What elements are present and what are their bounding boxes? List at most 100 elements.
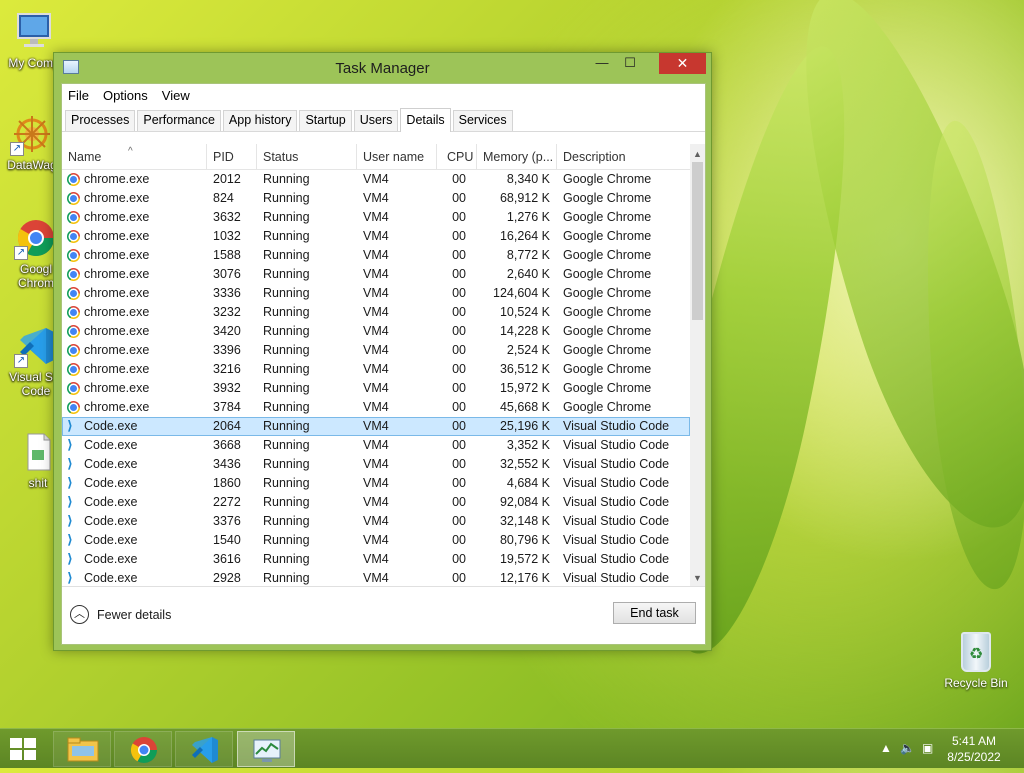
process-name: Code.exe <box>84 457 138 471</box>
taskbar-chrome[interactable] <box>114 731 172 767</box>
table-row[interactable]: chrome.exe 3216 Running VM4 00 36,512 K Google… <box>62 360 690 379</box>
taskbar-vscode[interactable] <box>175 731 233 767</box>
chrome-icon <box>67 268 80 281</box>
process-cpu: 00 <box>452 172 466 186</box>
table-row[interactable]: chrome.exe 2012 Running VM4 00 8,340 K Google … <box>62 170 690 189</box>
process-description: Visual Studio Code <box>563 552 670 566</box>
table-header: Name ^ PID Status User name CPU Memory (… <box>62 144 705 170</box>
scroll-up-icon[interactable]: ▲ <box>690 146 705 162</box>
process-user: VM4 <box>363 362 389 376</box>
tab-processes[interactable]: Processes <box>65 110 136 131</box>
process-description: Google Chrome <box>563 191 652 205</box>
process-description: Google Chrome <box>563 172 652 186</box>
tab-users[interactable]: Users <box>353 110 399 131</box>
process-user: VM4 <box>363 191 389 205</box>
datawag-icon: ↗ <box>10 112 54 156</box>
chrome-icon <box>67 287 80 300</box>
process-description: Google Chrome <box>563 362 652 376</box>
process-description: Google Chrome <box>563 381 652 395</box>
scroll-down-icon[interactable]: ▼ <box>690 570 705 586</box>
fewer-details-button[interactable]: ︿ Fewer details <box>70 605 171 624</box>
tab-details[interactable]: Details <box>400 108 451 132</box>
table-row[interactable]: chrome.exe 3336 Running VM4 00 124,604 K Googl… <box>62 284 690 303</box>
start-button[interactable] <box>10 738 38 760</box>
close-button[interactable]: ✕ <box>659 53 706 74</box>
table-row[interactable]: ⟩ Code.exe 1860 Running VM4 00 4,684 K Visual S… <box>62 474 690 493</box>
process-description: Google Chrome <box>563 324 652 338</box>
clock[interactable]: 5:41 AM 8/25/2022 <box>944 733 1004 765</box>
menu-bar: File Options View <box>62 84 705 106</box>
taskbar-task-manager[interactable] <box>237 731 295 767</box>
column-header-user-name[interactable]: User name <box>357 144 437 170</box>
table-row[interactable]: chrome.exe 1588 Running VM4 00 8,772 K Google … <box>62 246 690 265</box>
column-header-status[interactable]: Status <box>257 144 357 170</box>
chrome-icon <box>67 382 80 395</box>
process-pid: 3932 <box>213 381 241 395</box>
end-task-button[interactable]: End task <box>613 602 696 624</box>
tab-services[interactable]: Services <box>452 110 513 131</box>
table-row[interactable]: ⟩ Code.exe 3616 Running VM4 00 19,572 K Visual … <box>62 550 690 569</box>
table-row[interactable]: chrome.exe 1032 Running VM4 00 16,264 K Google… <box>62 227 690 246</box>
table-row[interactable]: chrome.exe 3932 Running VM4 00 15,972 K Google… <box>62 379 690 398</box>
process-user: VM4 <box>363 381 389 395</box>
column-header-description[interactable]: Description <box>557 144 690 170</box>
table-row[interactable]: ⟩ Code.exe 2272 Running VM4 00 92,084 K Visual … <box>62 493 690 512</box>
wallpaper-leaf <box>909 116 1024 594</box>
process-pid: 2064 <box>213 419 241 433</box>
volume-muted-icon[interactable]: 🔈 <box>900 741 915 755</box>
process-name: Code.exe <box>84 514 138 528</box>
table-row[interactable]: ⟩ Code.exe 1540 Running VM4 00 80,796 K Visual … <box>62 531 690 550</box>
maximize-button[interactable]: ☐ <box>617 53 643 74</box>
table-row[interactable]: chrome.exe 3396 Running VM4 00 2,524 K Google … <box>62 341 690 360</box>
table-row[interactable]: chrome.exe 3420 Running VM4 00 14,228 K Google… <box>62 322 690 341</box>
process-name: Code.exe <box>84 476 138 490</box>
vertical-scrollbar[interactable]: ▲ ▼ <box>690 144 705 588</box>
process-user: VM4 <box>363 210 389 224</box>
process-status: Running <box>263 286 310 300</box>
table-row[interactable]: chrome.exe 3784 Running VM4 00 45,668 K Google… <box>62 398 690 417</box>
tab-performance[interactable]: Performance <box>137 110 221 131</box>
column-header-name[interactable]: Name ^ <box>62 144 207 170</box>
process-memory: 36,512 K <box>499 362 550 376</box>
process-status: Running <box>263 324 310 338</box>
process-user: VM4 <box>363 267 389 281</box>
table-row[interactable]: ⟩ Code.exe 3668 Running VM4 00 3,352 K Visual S… <box>62 436 690 455</box>
chrome-icon <box>67 230 80 243</box>
chrome-icon <box>67 401 80 414</box>
scrollbar-thumb[interactable] <box>692 162 703 320</box>
process-cpu: 00 <box>452 552 466 566</box>
taskbar-file-explorer[interactable] <box>53 731 111 767</box>
show-hidden-icons-icon[interactable]: ▲ <box>880 741 892 755</box>
table-row[interactable]: ⟩ Code.exe 3436 Running VM4 00 32,552 K Visual … <box>62 455 690 474</box>
process-pid: 3232 <box>213 305 241 319</box>
menu-view[interactable]: View <box>162 88 190 103</box>
network-icon[interactable]: ▣ <box>922 741 933 755</box>
column-header-pid[interactable]: PID <box>207 144 257 170</box>
column-header-memory[interactable]: Memory (p... <box>477 144 557 170</box>
desktop-icon-recycle-bin[interactable]: Recycle Bin <box>942 632 1010 690</box>
table-row[interactable]: chrome.exe 824 Running VM4 00 68,912 K Google … <box>62 189 690 208</box>
wallpaper-leaf <box>757 0 1024 550</box>
menu-file[interactable]: File <box>68 88 89 103</box>
process-name: chrome.exe <box>84 400 150 414</box>
shortcut-arrow-icon: ↗ <box>14 246 28 260</box>
column-header-cpu[interactable]: CPU <box>437 144 477 170</box>
process-memory: 3,352 K <box>506 438 550 452</box>
process-name: Code.exe <box>84 419 138 433</box>
menu-options[interactable]: Options <box>103 88 148 103</box>
tab-app-history[interactable]: App history <box>222 110 298 131</box>
tab-startup[interactable]: Startup <box>299 110 352 131</box>
table-row[interactable]: chrome.exe 3076 Running VM4 00 2,640 K Google … <box>62 265 690 284</box>
process-pid: 3616 <box>213 552 241 566</box>
process-name: chrome.exe <box>84 229 150 243</box>
title-bar[interactable]: Task Manager — ☐ ✕ <box>54 53 711 83</box>
table-row[interactable]: ⟩ Code.exe 2064 Running VM4 00 25,196 K Visual … <box>62 417 690 436</box>
table-row[interactable]: chrome.exe 3232 Running VM4 00 10,524 K Google… <box>62 303 690 322</box>
table-row[interactable]: chrome.exe 3632 Running VM4 00 1,276 K Google … <box>62 208 690 227</box>
minimize-button[interactable]: — <box>589 53 615 74</box>
process-memory: 10,524 K <box>499 305 550 319</box>
process-description: Visual Studio Code <box>563 514 670 528</box>
chrome-icon <box>67 211 80 224</box>
table-row[interactable]: ⟩ Code.exe 3376 Running VM4 00 32,148 K Visual … <box>62 512 690 531</box>
process-description: Visual Studio Code <box>563 438 670 452</box>
